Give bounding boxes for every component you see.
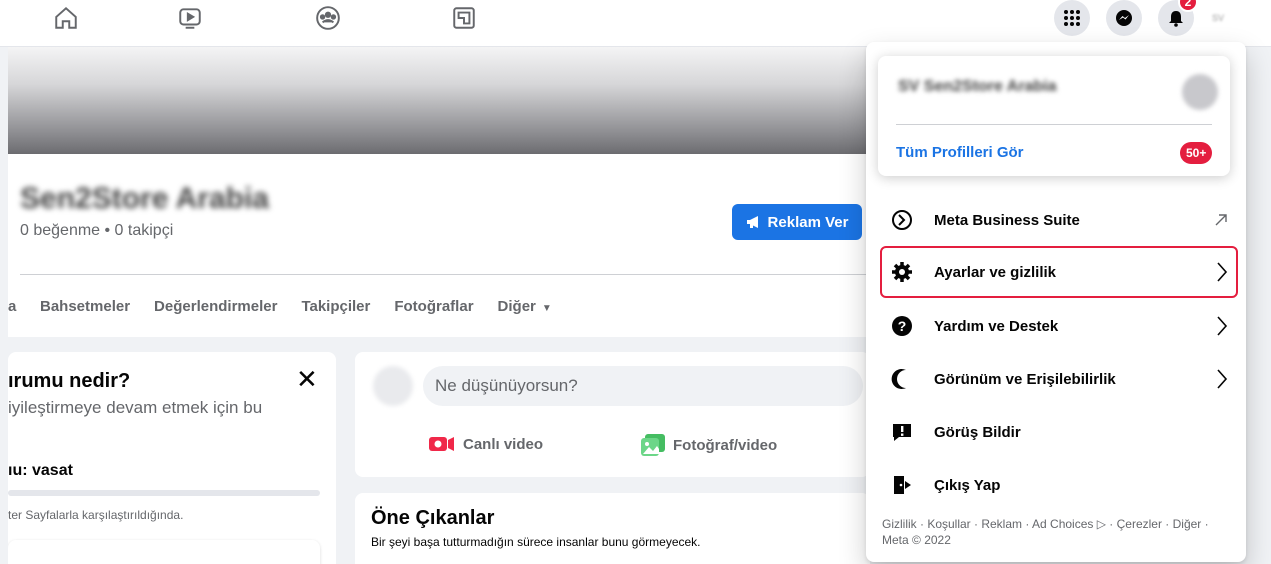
menu-grid-icon[interactable] [1054,0,1090,36]
highlights-card: Öne Çıkanlar Bir şeyi başa tutturmadığın… [355,493,870,564]
photo-icon [641,434,665,456]
account-menu: SV Sen2Store Arabia Tüm Profilleri Gör 5… [866,42,1246,562]
highlights-subtitle: Bir şeyi başa tutturmadığın sürece insan… [371,535,701,549]
megaphone-icon [746,216,758,228]
home-icon[interactable] [46,2,86,34]
logout-icon [882,465,922,505]
advertise-button[interactable]: Reklam Ver [732,204,862,240]
live-video-button[interactable]: Canlı video [429,434,543,454]
page-stats: 0 beğenme • 0 takipçi [20,222,174,239]
chevron-right-icon [1216,353,1228,405]
all-profiles-link[interactable]: Tüm Profilleri Gör [896,144,1024,161]
external-link-icon [1214,194,1228,246]
highlights-title: Öne Çıkanlar [371,507,495,529]
help-icon: ? [882,306,922,346]
cover-photo [8,47,868,154]
tab-mentions[interactable]: Bahsetmeler [28,298,142,315]
account-avatar[interactable]: SV [1200,0,1236,36]
menu-footer-links[interactable]: Gizlilik · Koşullar · Reklam · Ad Choice… [882,516,1234,548]
tab-followers[interactable]: Takipçiler [289,298,382,315]
tab-more[interactable]: Diğer ▼ [486,298,564,315]
page-status-card: ırumu nedir? ✕ iyileştirmeye devam etmek… [8,352,336,564]
post-composer: Ne düşünüyorsun? Canlı video Fotoğraf/vi… [355,352,870,477]
moon-icon [882,359,922,399]
profiles-count-badge: 50+ [1180,142,1213,164]
menu-item-settings-privacy[interactable]: Ayarlar ve gizlilik [880,246,1238,298]
close-icon[interactable]: ✕ [296,364,318,395]
bell-icon [1169,11,1183,27]
status-card-description: iyileştirmeye devam etmek için bu [8,398,263,417]
tab-reviews[interactable]: Değerlendirmeler [142,298,289,315]
pages-icon[interactable] [444,2,484,34]
groups-icon[interactable] [308,2,348,34]
tab-partial[interactable]: a [8,298,28,315]
profile-divider [896,124,1212,125]
watch-icon[interactable] [170,2,210,34]
profile-avatar [1182,74,1218,110]
top-navigation-bar: 2 SV [0,0,1271,47]
status-subcard [8,540,320,564]
profile-name: SV Sen2Store Arabia [898,78,1057,95]
status-score: ıu: vasat [8,462,73,479]
profile-card[interactable]: SV Sen2Store Arabia Tüm Profilleri Gör 5… [878,56,1230,176]
photo-video-button[interactable]: Fotoğraf/video [641,434,777,456]
dropdown-triangle-icon: ▼ [541,302,552,314]
composer-avatar [373,366,413,406]
chevron-right-icon [1216,300,1228,352]
menu-item-display-accessibility[interactable]: Görünüm ve Erişilebilirlik [880,353,1238,405]
post-input[interactable]: Ne düşünüyorsun? [423,366,863,406]
status-progress-bar [8,490,320,496]
settings-gear-icon [882,252,922,292]
status-note: ter Sayfalarla karşılaştırıldığında. [8,508,184,522]
svg-text:?: ? [898,318,907,334]
live-video-icon [429,437,454,451]
page-name: Sen2Store Arabia [20,182,269,215]
menu-item-give-feedback[interactable]: Görüş Bildir [880,406,1238,458]
menu-item-logout[interactable]: Çıkış Yap [880,459,1238,511]
chevron-right-icon [1216,246,1228,298]
messenger-icon[interactable] [1106,0,1142,36]
notifications-button[interactable]: 2 [1158,0,1198,36]
tab-photos[interactable]: Fotoğraflar [382,298,485,315]
feedback-icon [882,412,922,452]
menu-item-meta-business-suite[interactable]: Meta Business Suite [880,194,1238,246]
meta-business-icon [882,200,922,240]
page-header: Sen2Store Arabia 0 beğenme • 0 takipçi R… [8,154,868,337]
status-card-title: ırumu nedir? [8,370,131,392]
header-divider [20,274,868,275]
menu-item-help-support[interactable]: ? Yardım ve Destek [880,300,1238,352]
page-tabs: a Bahsetmeler Değerlendirmeler Takipçile… [8,288,564,324]
